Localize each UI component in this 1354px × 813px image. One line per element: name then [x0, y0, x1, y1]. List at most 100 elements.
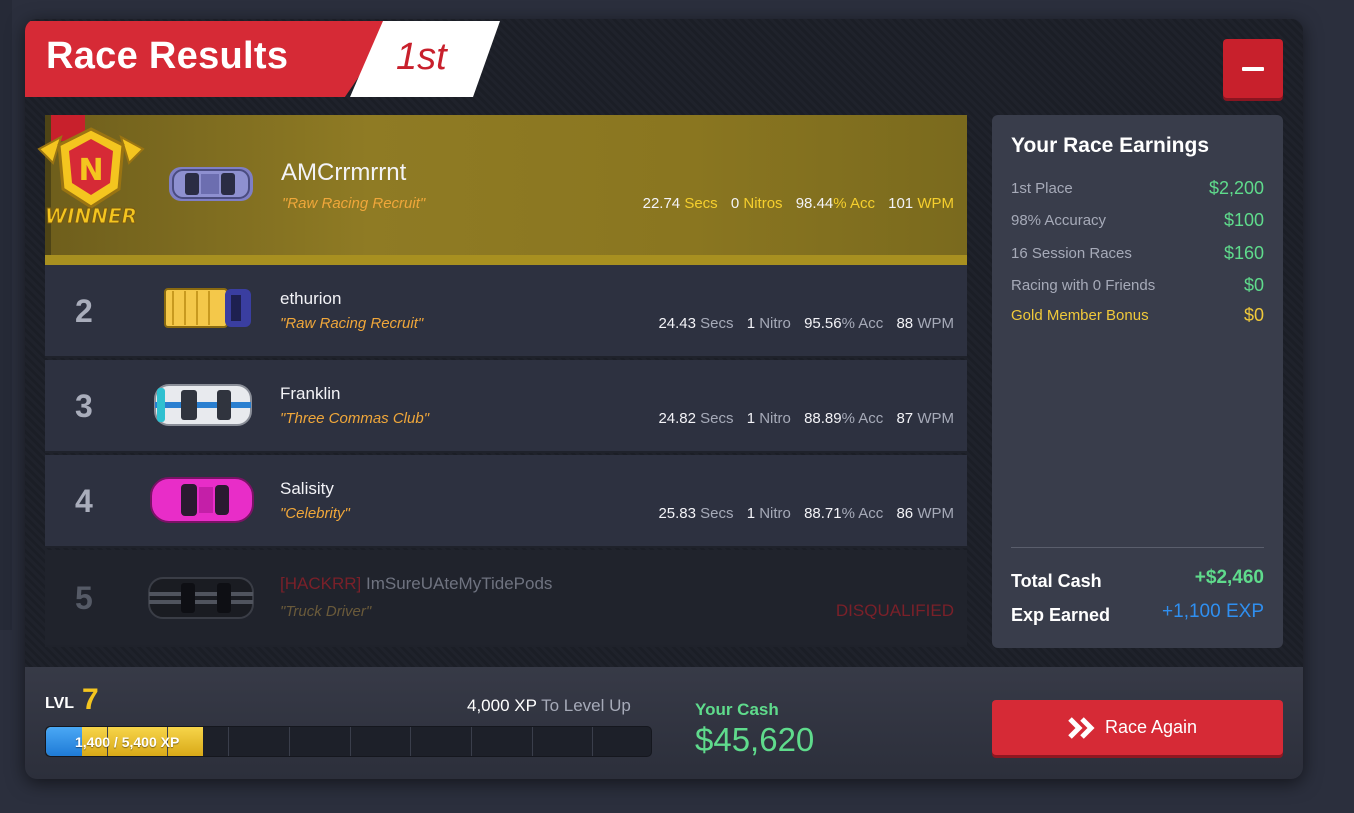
earnings-value: $0: [1243, 305, 1264, 325]
racer-stats: 25.83 Secs 1 Nitro 88.71% Acc 86 WPM: [658, 505, 954, 522]
racer-team-tag: [HACKRR]: [280, 574, 362, 593]
racer-rank: 5: [75, 580, 93, 616]
xp-segment-divider: [289, 727, 290, 756]
earnings-value: $2,200: [1208, 178, 1264, 198]
stat-nitros: 0: [730, 195, 740, 212]
background-strip: [0, 0, 12, 630]
xp-progress-bar: 1,400 / 5,400 XP: [45, 726, 652, 757]
racer-title: "Truck Driver": [280, 603, 372, 620]
earnings-value: $0: [1243, 275, 1264, 295]
racer-title: "Celebrity": [280, 505, 350, 522]
xp-segment-divider: [350, 727, 351, 756]
earnings-divider: [1011, 547, 1264, 548]
exp-earned-value: +1,100 EXP: [1162, 601, 1264, 622]
footer-bar: LVL 7 4,000 XP To Level Up 1,400 / 5,400…: [25, 667, 1303, 779]
level-value: 7: [82, 683, 99, 716]
winner-row[interactable]: N WINNER AMCrrmrrnt "Raw Racing Recruit"…: [37, 115, 967, 265]
stat-secs-label: Secs: [684, 195, 718, 212]
earnings-value: $100: [1223, 210, 1264, 230]
stat-accuracy-label: % Acc: [841, 315, 884, 332]
stat-secs: 24.82: [658, 410, 696, 427]
xp-segment-divider: [228, 727, 229, 756]
earnings-label: Racing with 0 Friends: [1011, 277, 1156, 294]
page-title: Race Results: [46, 35, 289, 77]
stat-secs-label: Secs: [700, 315, 734, 332]
stat-secs-label: Secs: [700, 410, 734, 427]
racer-name-text: ImSureUAteMyTidePods: [365, 574, 553, 593]
level-label: LVL: [45, 695, 75, 712]
stat-secs: 25.83: [658, 505, 696, 522]
minimize-button[interactable]: [1223, 39, 1283, 98]
stat-secs: 24.43: [658, 315, 696, 332]
xp-to-level-up: 4,000 XP To Level Up: [467, 696, 631, 716]
race-earnings-card: Your Race Earnings 1st Place $2,200 98% …: [992, 115, 1283, 648]
xp-to-level-up-label: To Level Up: [541, 696, 631, 715]
stat-secs: 22.74: [642, 195, 681, 212]
xp-progress-text: 1,400 / 5,400 XP: [75, 734, 180, 750]
racer-stats: 22.74 Secs 0 Nitros 98.44% Acc 101 WPM: [643, 195, 954, 212]
earnings-row: 16 Session Races $160: [1011, 243, 1264, 263]
stat-wpm: 88: [896, 315, 914, 332]
racer-rank: 4: [75, 483, 93, 519]
car-icon: [169, 167, 253, 201]
stat-secs-label: Secs: [700, 505, 734, 522]
racer-name[interactable]: Franklin: [280, 384, 340, 404]
stat-nitros-label: Nitro: [759, 505, 791, 522]
racer-row-disqualified[interactable]: 5 [HACKRR] ImSureUAteMyTidePods "Truck D…: [45, 550, 967, 647]
total-cash-row: Total Cash +$2,460: [1011, 567, 1264, 592]
winner-badge-icon: N WINNER: [37, 115, 145, 229]
racer-name[interactable]: AMCrrmrrnt: [281, 159, 406, 187]
earnings-label: 1st Place: [1011, 180, 1073, 197]
stat-nitros-label: Nitros: [743, 195, 783, 212]
racer-stats: 24.43 Secs 1 Nitro 95.56% Acc 88 WPM: [658, 315, 954, 332]
stat-accuracy: 88.71: [804, 505, 842, 522]
racer-row[interactable]: 3 Franklin "Three Commas Club" 24.82 Sec…: [45, 360, 967, 453]
racer-title: "Three Commas Club": [280, 410, 430, 427]
xp-segment-divider: [592, 727, 593, 756]
race-again-label: Race Again: [1105, 717, 1198, 737]
stat-accuracy: 95.56: [804, 315, 842, 332]
finish-place: 1st: [396, 36, 447, 78]
xp-segment-divider: [410, 727, 411, 756]
earnings-row: 1st Place $2,200: [1011, 178, 1264, 198]
earnings-row-gold-bonus[interactable]: Gold Member Bonus $0: [1011, 305, 1264, 325]
car-icon: [164, 288, 251, 328]
stat-accuracy-label: % Acc: [841, 505, 884, 522]
stat-nitros: 1: [746, 410, 756, 427]
total-cash-value: +$2,460: [1194, 567, 1264, 588]
racer-name[interactable]: [HACKRR] ImSureUAteMyTidePods: [280, 574, 552, 594]
stat-nitros: 1: [746, 505, 756, 522]
earnings-label: 16 Session Races: [1011, 245, 1132, 262]
stat-nitros-label: Nitro: [759, 410, 791, 427]
racer-title: "Raw Racing Recruit": [280, 315, 424, 332]
stat-accuracy: 88.89: [804, 410, 842, 427]
stat-accuracy: 98.44: [795, 195, 834, 212]
xp-segment-divider: [471, 727, 472, 756]
earnings-label: 98% Accuracy: [1011, 212, 1107, 229]
racer-row[interactable]: 2 ethurion "Raw Racing Recruit" 24.43 Se…: [45, 265, 967, 358]
earnings-row: 98% Accuracy $100: [1011, 210, 1264, 230]
minus-icon: [1242, 67, 1264, 71]
exp-earned-row: Exp Earned +1,100 EXP: [1011, 601, 1264, 626]
double-chevron-right-icon: [1068, 717, 1095, 739]
race-again-button[interactable]: Race Again: [992, 700, 1283, 755]
stat-accuracy-label: % Acc: [833, 195, 875, 212]
xp-to-level-up-value: 4,000 XP: [467, 696, 537, 715]
earnings-title: Your Race Earnings: [1011, 134, 1210, 157]
stat-wpm-label: WPM: [917, 195, 954, 212]
car-icon: [150, 477, 254, 523]
stat-wpm: 101: [888, 195, 914, 212]
racer-row[interactable]: 4 Salisity "Celebrity" 25.83 Secs 1 Nitr…: [45, 455, 967, 548]
racer-rank: 3: [75, 388, 93, 424]
your-cash-value: $45,620: [695, 721, 815, 758]
racer-name[interactable]: ethurion: [280, 289, 341, 309]
racer-name[interactable]: Salisity: [280, 479, 334, 499]
stat-wpm: 87: [896, 410, 914, 427]
winner-badge-label: WINNER: [45, 204, 137, 228]
exp-earned-label: Exp Earned: [1011, 605, 1111, 625]
stat-wpm-label: WPM: [917, 410, 954, 427]
car-icon: [154, 384, 252, 426]
stat-nitros-label: Nitro: [759, 315, 791, 332]
stat-wpm-label: WPM: [917, 315, 954, 332]
svg-text:N: N: [78, 153, 103, 188]
